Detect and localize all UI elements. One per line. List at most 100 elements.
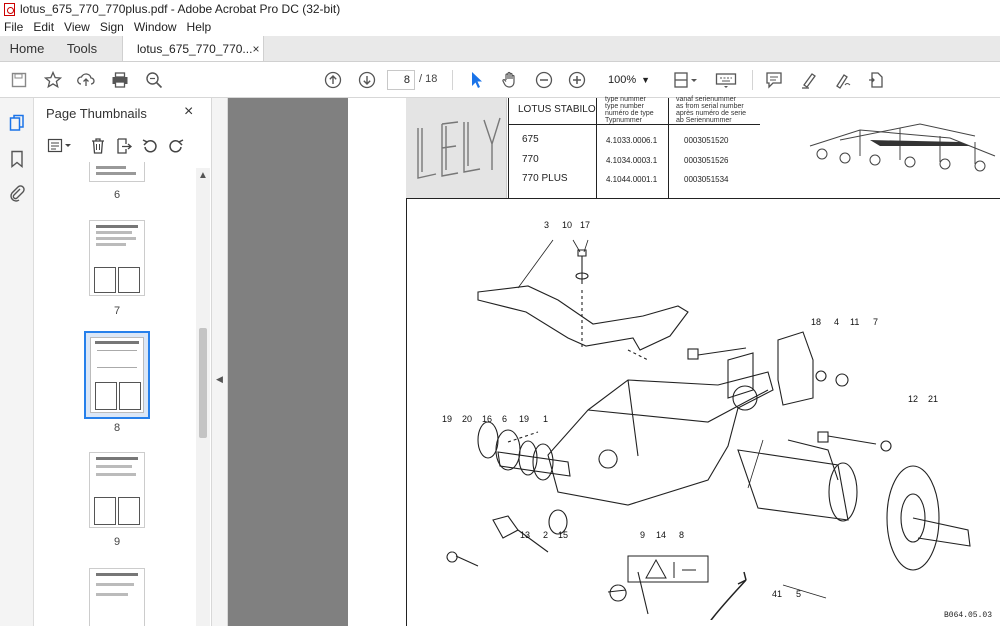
zoom-in-icon[interactable] — [567, 70, 587, 90]
page-number-input[interactable]: 8 — [387, 70, 415, 90]
zoom-out-icon[interactable] — [534, 70, 554, 90]
rotate-ccw-icon[interactable] — [140, 136, 160, 156]
callout-21: 21 — [928, 394, 939, 404]
page-total: / 18 — [419, 73, 438, 85]
scroll-up-icon[interactable]: ▲ — [198, 170, 208, 181]
model-770: 770 — [522, 154, 539, 165]
serial-number: 0003051534 — [684, 175, 729, 184]
serial-number: 0003051526 — [684, 156, 729, 165]
thumbnail-options-icon[interactable] — [46, 136, 74, 156]
callout-12: 12 — [908, 394, 919, 404]
panel-close-icon[interactable]: × — [184, 103, 193, 121]
thumbnail-page-8-selected[interactable] — [84, 331, 150, 419]
chevron-down-icon: ▼ — [641, 75, 650, 85]
type-number: 4.1044.0001.1 — [606, 175, 658, 184]
menu-edit[interactable]: Edit — [33, 20, 54, 34]
extract-page-icon[interactable] — [114, 136, 134, 156]
page-fit-icon[interactable] — [672, 70, 700, 90]
type-number: 4.1034.0003.1 — [606, 156, 658, 165]
upload-cloud-icon[interactable] — [76, 70, 96, 90]
comment-icon[interactable] — [764, 70, 784, 90]
callout-2: 2 — [543, 530, 549, 540]
attachments-icon[interactable] — [8, 184, 26, 202]
serial-number-caption: vanaf serienummer as from serial number … — [676, 96, 747, 124]
navigation-rail — [0, 98, 34, 626]
rotate-cw-icon[interactable] — [166, 136, 186, 156]
thumbnails-scrollbar[interactable]: ▲ — [196, 168, 210, 626]
tab-document-label: lotus_675_770_770... — [137, 41, 253, 56]
tab-tools[interactable]: Tools — [54, 36, 110, 61]
pdf-file-icon — [4, 2, 15, 16]
model-770-plus: 770 PLUS — [522, 173, 568, 184]
callout-5: 5 — [796, 589, 802, 599]
callout-10: 10 — [562, 220, 573, 230]
panel-collapse-strip[interactable]: ◀ — [212, 98, 228, 626]
highlight-pen-icon[interactable] — [799, 70, 819, 90]
next-page-icon[interactable] — [357, 70, 377, 90]
type-number: 4.1033.0006.1 — [606, 136, 658, 145]
type-number-caption: type nummer type number numéro de type T… — [605, 96, 654, 124]
callout-18: 18 — [811, 317, 822, 327]
menu-file[interactable]: File — [4, 20, 23, 34]
callout-7: 7 — [873, 317, 879, 327]
thumbnail-label: 6 — [113, 189, 121, 201]
sign-pen-icon[interactable] — [833, 70, 853, 90]
menu-bar: File Edit View Sign Window Help — [0, 18, 1000, 36]
product-name: LOTUS STABILO — [518, 104, 596, 115]
zoom-level-value: 100% — [608, 74, 637, 86]
callout-20: 20 — [462, 414, 473, 424]
window-title: lotus_675_770_770plus.pdf - Adobe Acroba… — [20, 2, 341, 16]
callout-11: 11 — [850, 317, 860, 327]
thumbnail-tools — [46, 136, 186, 156]
main-toolbar: 8 / 18 100% ▼ — [0, 62, 1000, 98]
select-cursor-icon[interactable] — [467, 70, 487, 90]
callout-15: 15 — [558, 530, 569, 540]
keyboard-icon[interactable] — [714, 70, 738, 90]
callout-3: 3 — [544, 220, 550, 230]
menu-sign[interactable]: Sign — [100, 20, 124, 34]
tab-home[interactable]: Home — [0, 36, 54, 61]
page-thumbnails-panel: Page Thumbnails × 6 7 8 9 ▲ — [34, 98, 212, 626]
save-icon[interactable] — [9, 70, 29, 90]
serial-number: 0003051520 — [684, 136, 729, 145]
title-bar: lotus_675_770_770plus.pdf - Adobe Acroba… — [0, 0, 1000, 18]
callout-17: 17 — [580, 220, 591, 230]
callout-14: 14 — [656, 530, 667, 540]
collapse-left-icon[interactable]: ◀ — [216, 374, 223, 385]
document-viewport[interactable]: LOTUS STABILO type nummer type number nu… — [228, 96, 1000, 626]
tab-document[interactable]: lotus_675_770_770... × — [122, 36, 264, 61]
hand-tool-icon[interactable] — [500, 70, 520, 90]
tab-close-icon[interactable]: × — [252, 42, 259, 56]
zoom-level-select[interactable]: 100% ▼ — [600, 70, 656, 90]
callout-19: 19 — [442, 414, 453, 424]
menu-view[interactable]: View — [64, 20, 90, 34]
thumbnail-page-7[interactable] — [89, 220, 145, 296]
thumbnail-label: 7 — [113, 305, 121, 317]
page-thumbnails-icon[interactable] — [8, 114, 26, 132]
thumbnail-page-6[interactable] — [89, 162, 145, 182]
machine-overview-drawing — [809, 123, 996, 172]
lely-logo — [406, 98, 506, 198]
thumbnail-label: 9 — [113, 536, 121, 548]
model-table: LOTUS STABILO type nummer type number nu… — [508, 96, 768, 198]
callout-4: 4 — [834, 317, 840, 327]
menu-window[interactable]: Window — [134, 20, 177, 34]
thumbnail-page-9[interactable] — [89, 452, 145, 528]
previous-page-icon[interactable] — [323, 70, 343, 90]
menu-help[interactable]: Help — [187, 20, 212, 34]
callout-9: 9 — [640, 530, 646, 540]
callout-16: 16 — [482, 414, 493, 424]
tab-bar: Home Tools lotus_675_770_770... × — [0, 36, 1000, 62]
scrollbar-thumb[interactable] — [199, 328, 207, 438]
delete-page-icon[interactable] — [88, 136, 108, 156]
drawing-code: B064.05.03 — [943, 611, 992, 620]
more-tools-icon[interactable] — [866, 70, 886, 90]
zoom-search-icon[interactable] — [144, 70, 164, 90]
callout-41: 41 — [772, 589, 783, 599]
thumbnail-page-10[interactable] — [89, 568, 145, 626]
print-icon[interactable] — [110, 70, 130, 90]
bookmark-star-icon[interactable] — [43, 70, 63, 90]
callout-19b: 19 — [519, 414, 530, 424]
toolbar-divider — [452, 70, 453, 90]
bookmarks-icon[interactable] — [8, 150, 26, 168]
